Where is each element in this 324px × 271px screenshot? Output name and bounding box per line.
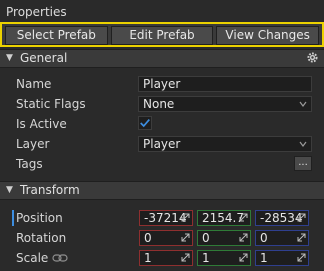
tags-picker-button[interactable]: ... — [294, 156, 312, 171]
modified-indicator — [12, 210, 14, 226]
resize-arrow-icon[interactable] — [239, 233, 248, 242]
scale-z-field[interactable]: 1 — [255, 250, 309, 266]
view-changes-button[interactable]: View Changes — [216, 26, 320, 45]
rotation-z-value: 0 — [260, 231, 268, 245]
layer-label: Layer — [16, 137, 50, 151]
properties-panel: Properties Select Prefab Edit Prefab Vie… — [0, 0, 324, 271]
scale-x-field[interactable]: 1 — [139, 250, 193, 266]
chevron-down-icon: ▼ — [6, 53, 13, 63]
transform-section-header[interactable]: ▼ Transform — [0, 181, 324, 200]
scale-z-value: 1 — [260, 251, 268, 265]
scale-label: Scale — [16, 251, 49, 265]
layer-dropdown[interactable]: Player — [138, 136, 312, 152]
chevron-down-icon: ▼ — [6, 185, 13, 195]
select-prefab-button[interactable]: Select Prefab — [5, 26, 108, 45]
is-active-checkbox[interactable] — [138, 116, 152, 130]
resize-arrow-icon[interactable] — [239, 213, 248, 222]
layer-value: Player — [143, 137, 181, 151]
resize-arrow-icon[interactable] — [297, 253, 306, 262]
static-flags-value: None — [143, 97, 175, 111]
position-x-field[interactable]: -37214 — [139, 210, 193, 226]
tags-label: Tags — [16, 157, 43, 171]
static-flags-label: Static Flags — [16, 97, 86, 111]
rotation-x-value: 0 — [144, 231, 152, 245]
chevron-down-icon — [299, 101, 307, 107]
general-section-header[interactable]: ▼ General — [0, 49, 324, 68]
resize-arrow-icon[interactable] — [239, 253, 248, 262]
section-title: Transform — [20, 183, 80, 197]
resize-arrow-icon[interactable] — [181, 213, 190, 222]
scale-x-value: 1 — [144, 251, 152, 265]
rotation-y-field[interactable]: 0 — [197, 230, 251, 246]
name-field[interactable]: Player — [138, 76, 312, 92]
position-y-field[interactable]: 2154.7 — [197, 210, 251, 226]
gear-icon[interactable] — [306, 51, 319, 64]
edit-prefab-button[interactable]: Edit Prefab — [110, 26, 214, 45]
section-title: General — [20, 51, 68, 65]
resize-arrow-icon[interactable] — [181, 253, 190, 262]
resize-arrow-icon[interactable] — [297, 233, 306, 242]
position-y-value: 2154.7 — [202, 211, 244, 225]
resize-arrow-icon[interactable] — [297, 213, 306, 222]
is-active-label: Is Active — [16, 117, 67, 131]
name-label: Name — [16, 77, 52, 91]
prefab-toolbar: Select Prefab Edit Prefab View Changes — [0, 22, 324, 47]
panel-title: Properties — [6, 5, 67, 19]
rotation-x-field[interactable]: 0 — [139, 230, 193, 246]
position-z-field[interactable]: -28534 — [255, 210, 309, 226]
resize-arrow-icon[interactable] — [181, 233, 190, 242]
scale-y-field[interactable]: 1 — [197, 250, 251, 266]
rotation-label: Rotation — [16, 231, 67, 245]
scale-y-value: 1 — [202, 251, 210, 265]
static-flags-dropdown[interactable]: None — [138, 96, 312, 112]
chevron-down-icon — [299, 141, 307, 147]
link-icon[interactable] — [52, 253, 68, 263]
position-label: Position — [16, 211, 63, 225]
rotation-y-value: 0 — [202, 231, 210, 245]
checkmark-icon — [140, 119, 150, 128]
rotation-z-field[interactable]: 0 — [255, 230, 309, 246]
